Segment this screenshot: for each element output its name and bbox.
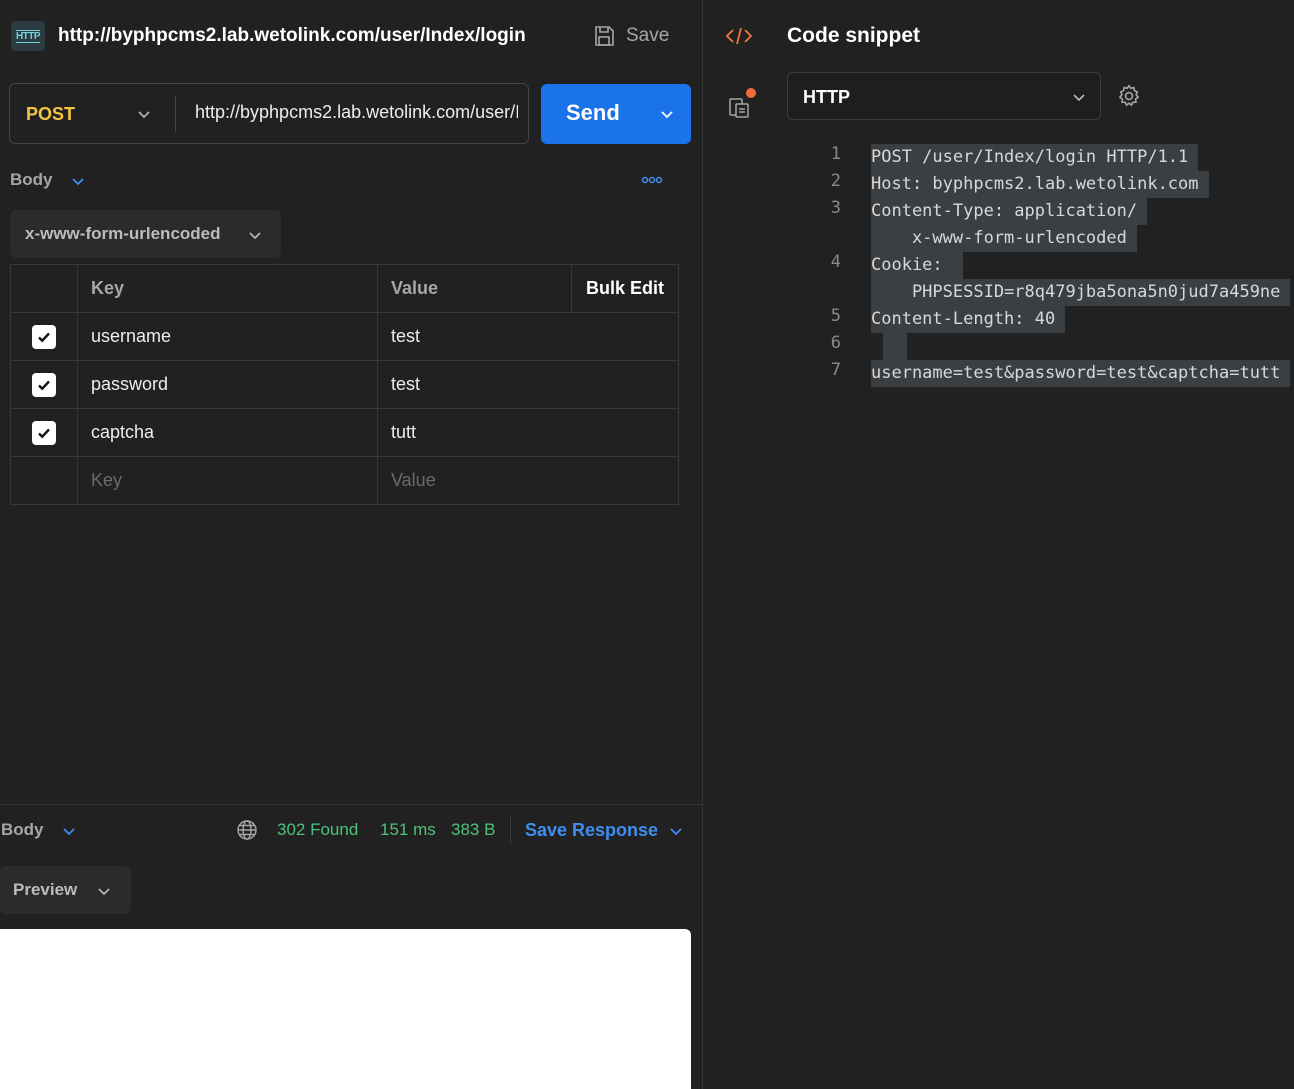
row-key[interactable]: captcha [77,408,378,457]
table-row: password test [10,360,679,409]
check-icon [38,332,50,342]
chevron-down-icon [1073,94,1085,102]
table-row: username test [10,312,679,361]
row-checkbox-cell [10,456,78,505]
body-tab[interactable]: Body [10,170,53,190]
notification-badge [746,88,756,98]
code-line: POST /user/Index/login HTTP/1.1 [871,144,1199,171]
header-check-col [10,264,78,313]
code-line: Cookie: [871,252,963,279]
header-value: Value [377,264,572,313]
row-checkbox[interactable] [32,372,56,397]
line-number: 1 [830,144,841,164]
table-row: captcha tutt [10,408,679,457]
request-title[interactable]: http://byphpcms2.lab.wetolink.com/user/I… [58,25,526,47]
row-checkbox[interactable] [32,420,56,445]
code-icon[interactable] [725,25,753,47]
check-icon [38,380,50,390]
code-line: username=test&password=test&captcha=tutt [871,360,1291,387]
row-checkbox-cell [10,360,78,409]
row-key[interactable]: password [77,360,378,409]
body-encoding-select[interactable]: x-www-form-urlencoded [10,210,281,258]
save-response-button[interactable]: Save Response [525,820,658,841]
line-number: 5 [830,306,841,326]
line-number: 6 [830,333,841,353]
row-checkbox-cell [10,312,78,361]
row-checkbox-cell [10,408,78,457]
row-checkbox[interactable] [32,324,56,349]
url-input[interactable]: http://byphpcms2.lab.wetolink.com/user/I… [195,102,518,123]
url-divider [175,96,176,132]
table-row-new: Key Value [10,456,679,505]
language-select[interactable]: HTTP [787,72,1101,120]
new-key-input[interactable]: Key [77,456,378,505]
chevron-down-icon[interactable] [668,823,684,839]
form-params-table: Key Value Bulk Edit username test passwo… [10,264,679,505]
more-options-icon[interactable] [641,175,663,185]
status-code[interactable]: 302 Found [277,820,358,840]
code-line [883,333,907,360]
request-panel: HTTP http://byphpcms2.lab.wetolink.com/u… [0,0,702,1089]
response-divider[interactable] [0,804,702,805]
code-line: x-www-form-urlencoded [871,225,1137,252]
row-value[interactable]: tutt [377,408,679,457]
response-preview[interactable] [0,929,691,1089]
view-mode-label: Preview [13,880,78,899]
code-line: Host: byphpcms2.lab.wetolink.com [871,171,1209,198]
line-number: 4 [830,252,841,272]
send-label: Send [566,100,620,125]
send-button[interactable]: Send [541,84,691,144]
response-separator [510,816,511,844]
response-size[interactable]: 383 B [451,820,495,840]
chevron-down-icon[interactable] [61,823,77,839]
row-value[interactable]: test [377,360,679,409]
chevron-down-icon[interactable] [659,106,675,122]
table-header: Key Value Bulk Edit [10,264,679,313]
response-body-tab[interactable]: Body [1,820,44,840]
code-snippet-panel: Code snippet HTTP 1 POST /user/Index/log… [703,0,1294,1089]
language-label: HTTP [803,87,850,107]
save-icon [595,26,614,46]
bulk-edit-button[interactable]: Bulk Edit [571,264,679,313]
chevron-down-icon[interactable] [70,173,86,189]
new-value-input[interactable]: Value [377,456,679,505]
globe-icon[interactable] [236,819,258,841]
http-request-icon: HTTP [11,21,45,51]
url-bar: POST http://byphpcms2.lab.wetolink.com/u… [9,83,529,144]
line-number: 7 [830,360,841,380]
code-line: PHPSESSID=r8q479jba5ona5n0jud7a459ne [871,279,1291,306]
chevron-down-icon [249,232,261,240]
encoding-label: x-www-form-urlencoded [25,224,221,243]
check-icon [38,428,50,438]
header-key: Key [77,264,378,313]
chevron-down-icon[interactable] [136,106,152,122]
save-button[interactable]: Save [592,22,669,50]
snippet-title: Code snippet [787,24,921,47]
gear-icon[interactable] [1116,83,1142,109]
save-label: Save [626,25,670,46]
row-value[interactable]: test [377,312,679,361]
chevron-down-icon [98,888,110,896]
code-line: Content-Length: 40 [871,306,1066,333]
snippet-document-icon[interactable] [727,95,751,119]
row-key[interactable]: username [77,312,378,361]
line-number: 3 [830,198,841,218]
line-number: 2 [830,171,841,191]
response-view-select[interactable]: Preview [0,866,131,914]
response-time[interactable]: 151 ms [380,820,436,840]
code-line: Content-Type: application/ [871,198,1148,225]
method-select[interactable]: POST [26,104,75,125]
